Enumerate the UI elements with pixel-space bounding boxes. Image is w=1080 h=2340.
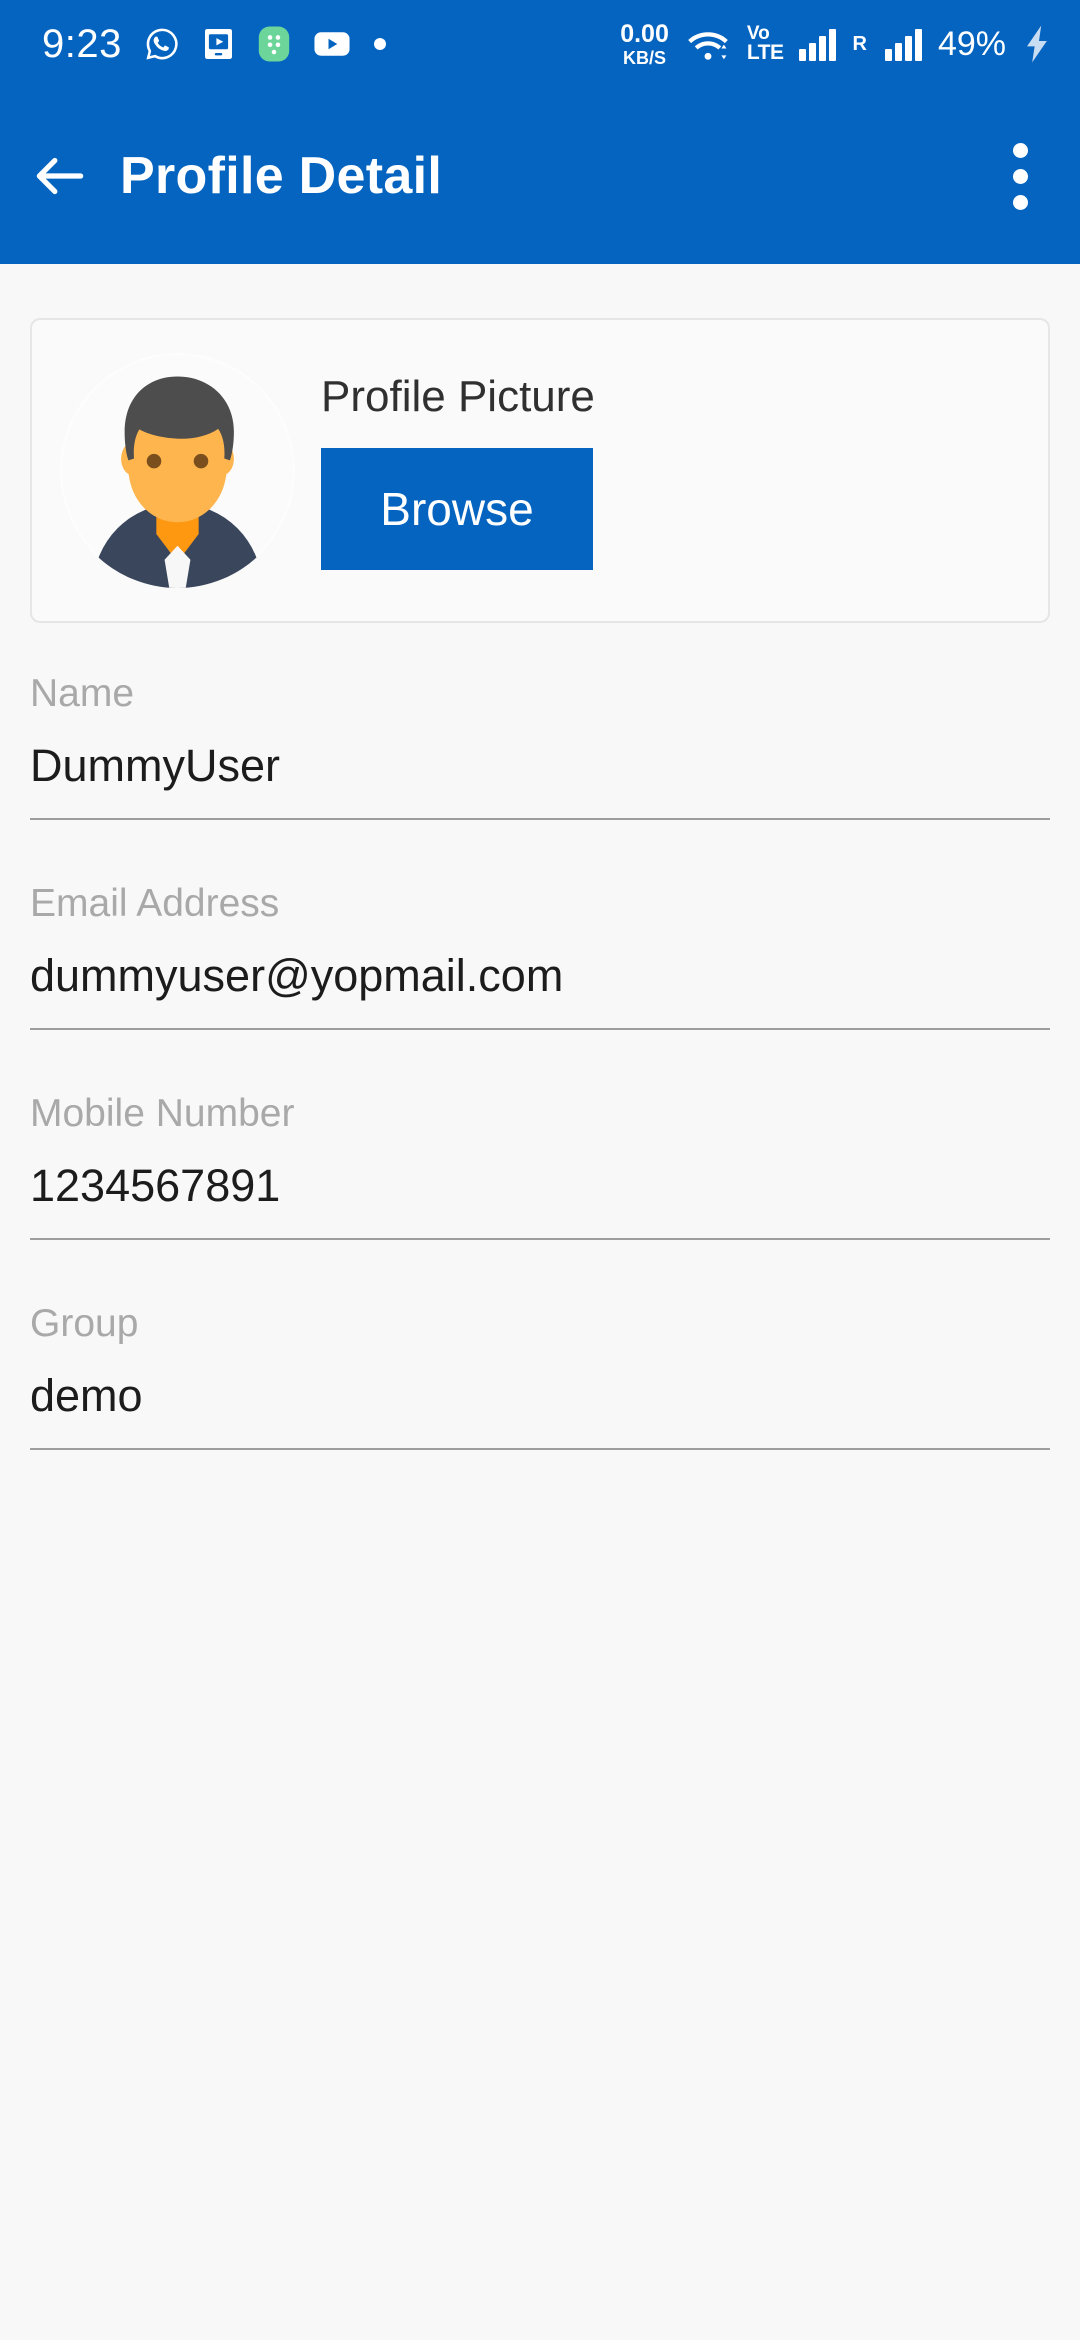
sim2-signal-bars-icon [884, 27, 922, 61]
field-label-name: Name [30, 672, 135, 715]
volte-indicator: Vo LTE [746, 24, 784, 65]
back-button[interactable] [0, 145, 120, 207]
whatsapp-icon [144, 26, 180, 62]
input-email-address[interactable]: dummyuser@yopmail.com [30, 950, 1050, 1030]
field-label-group: Group [30, 1302, 139, 1345]
field-mobile-number: Mobile Number 1234567891 [30, 1092, 1050, 1240]
more-vertical-icon-dot [1012, 168, 1028, 184]
status-bar-right: 0.00 KB/S Vo LTE R 49% [620, 19, 1052, 68]
wifi-icon [685, 26, 731, 62]
profile-picture-card: Profile Picture Browse [30, 318, 1050, 623]
roaming-indicator: R [852, 32, 867, 55]
avatar [60, 353, 295, 588]
field-name: Name DummyUser [30, 672, 1050, 820]
browse-button[interactable]: Browse [321, 447, 593, 570]
more-options-button[interactable] [960, 88, 1080, 264]
network-speed-value: 0.00 [620, 19, 669, 48]
video-player-icon [202, 26, 235, 62]
status-bar-clock: 9:23 [42, 21, 122, 66]
profile-picture-controls: Profile Picture Browse [321, 372, 595, 570]
network-speed-unit: KB/S [623, 47, 667, 68]
charging-bolt-icon [1022, 24, 1052, 64]
field-group: Group demo [30, 1302, 1050, 1450]
app-bar: Profile Detail [0, 88, 1080, 264]
field-label-mobile-number: Mobile Number [30, 1092, 295, 1135]
youtube-icon [313, 29, 351, 59]
status-bar-left: 9:23 [42, 22, 387, 67]
phone-screen: 9:23 0.00 KB/S Vo LTE R 49% Profile Deta… [0, 0, 1080, 2340]
input-name[interactable]: DummyUser [30, 740, 1050, 820]
field-email-address: Email Address dummyuser@yopmail.com [30, 882, 1050, 1030]
profile-picture-label: Profile Picture [321, 371, 595, 421]
user-avatar-illustration-icon [60, 353, 295, 588]
back-arrow-icon [29, 145, 91, 207]
green-app-icon [257, 25, 291, 63]
input-mobile-number[interactable]: 1234567891 [30, 1160, 1050, 1240]
sim1-signal-bars-icon [799, 27, 837, 61]
network-speed-indicator: 0.00 KB/S [620, 19, 669, 68]
status-bar: 9:23 0.00 KB/S Vo LTE R 49% [0, 0, 1080, 88]
page-title: Profile Detail [120, 147, 443, 205]
volte-lte-label: LTE [746, 41, 784, 65]
profile-form: Name DummyUser Email Address dummyuser@y… [30, 672, 1050, 1450]
field-label-email-address: Email Address [30, 882, 280, 925]
battery-percentage: 49% [937, 24, 1006, 63]
dot-indicator-icon [373, 37, 387, 51]
more-vertical-icon-dot [1012, 142, 1028, 158]
more-vertical-icon-dot [1012, 194, 1028, 210]
input-group[interactable]: demo [30, 1370, 1050, 1450]
